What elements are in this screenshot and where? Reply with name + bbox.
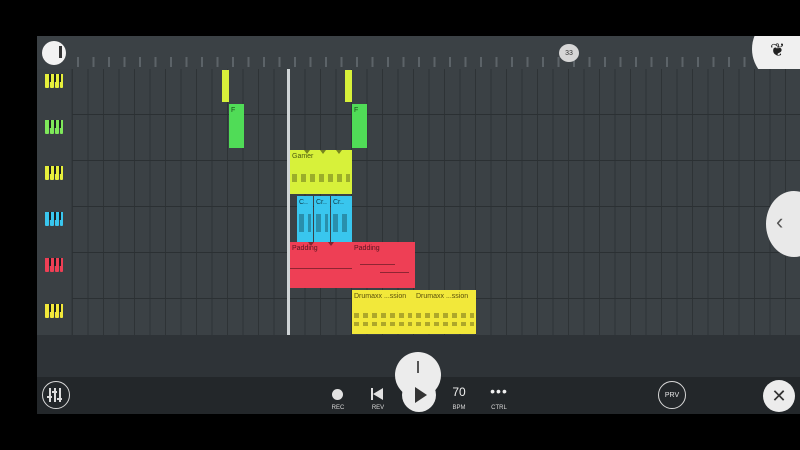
clip-cr[interactable]: Cr.. <box>314 196 330 242</box>
clip-cr[interactable]: C.. <box>297 196 313 242</box>
close-icon[interactable]: ✕ <box>763 380 795 412</box>
fl-studio-mobile-app: 33 ❦ F F Gamer C.. Cr.. Cr.. Padding Pad… <box>37 36 800 414</box>
timeline-ruler[interactable]: 33 <box>37 36 800 69</box>
clip-label: F <box>354 107 359 114</box>
clip-label: Drumaxx ...ssion <box>416 293 469 300</box>
clip-padding[interactable]: Padding <box>352 242 415 288</box>
clip-label: Drumaxx ...ssion <box>354 293 407 300</box>
piano-icon[interactable] <box>45 258 63 272</box>
clip-label: Cr.. <box>333 199 344 206</box>
more-dots-icon: ••• <box>490 383 508 399</box>
piano-icon[interactable] <box>45 212 63 226</box>
clip-padding[interactable]: Padding <box>290 242 352 288</box>
ruler-ticks <box>77 57 790 67</box>
clip-cr[interactable]: Cr.. <box>331 196 352 242</box>
clip-green[interactable]: F <box>352 104 367 148</box>
transport-overlay: 70 BPM ••• CTRL PRV ✕ <box>37 377 800 414</box>
track-divider <box>72 160 800 161</box>
chevron-left-icon: ‹ <box>776 209 784 234</box>
clip-label: F <box>231 107 236 114</box>
clip-label: Gamer <box>292 153 314 160</box>
song-position-marker[interactable]: 33 <box>559 44 579 62</box>
piano-icon[interactable] <box>45 120 63 134</box>
clip-drumaxx[interactable]: Drumaxx ...ssion <box>352 290 414 334</box>
piano-icon[interactable] <box>45 74 63 88</box>
clip-label: Padding <box>354 245 380 252</box>
bpm-label: BPM <box>452 405 466 411</box>
track-divider <box>72 206 800 207</box>
channel-instrument-column <box>37 69 71 335</box>
clip-gamer[interactable]: Gamer <box>290 150 352 194</box>
clip-yellow-small[interactable] <box>222 70 229 102</box>
clip-label: C.. <box>299 199 308 206</box>
play-button[interactable] <box>402 378 436 412</box>
ctrl-button[interactable]: ••• CTRL <box>479 377 519 414</box>
bpm-value: 70 <box>452 385 466 399</box>
clip-drumaxx[interactable]: Drumaxx ...ssion <box>414 290 476 334</box>
preview-button[interactable]: PRV <box>658 381 686 409</box>
ctrl-label: CTRL <box>491 405 507 411</box>
clip-yellow-small[interactable] <box>345 70 352 102</box>
track-divider <box>72 252 800 253</box>
pattern-menu-button[interactable] <box>42 41 66 65</box>
clip-green[interactable]: F <box>229 104 244 148</box>
tempo-control[interactable]: 70 BPM <box>439 377 479 414</box>
piano-icon[interactable] <box>45 166 63 180</box>
playhead[interactable] <box>287 69 290 335</box>
clip-label: Padding <box>292 245 318 252</box>
clip-label: Cr.. <box>316 199 327 206</box>
fl-logo-icon: ❦ <box>770 40 786 60</box>
piano-icon[interactable] <box>45 304 63 318</box>
track-divider <box>72 114 800 115</box>
